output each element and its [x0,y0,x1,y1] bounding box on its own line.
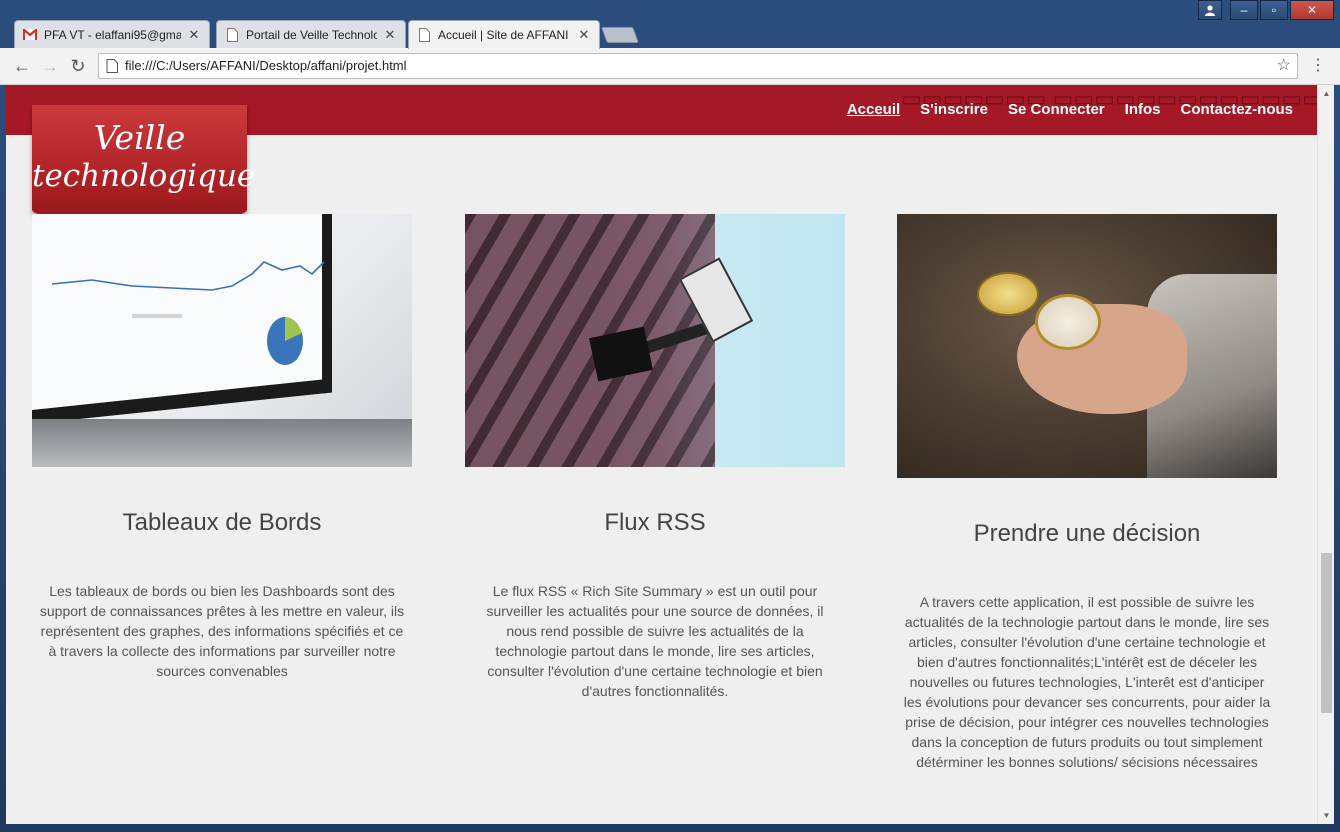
logo-line-1: Veille [93,118,186,157]
scrollbar-thumb[interactable] [1321,553,1332,713]
vertical-scrollbar[interactable]: ▲ ▼ [1317,85,1334,824]
card-title: Prendre une décision [973,520,1201,547]
minimize-button[interactable]: ‒ [1230,0,1258,20]
card-text: A travers cette application, il est poss… [903,594,1271,770]
scroll-down-arrow-icon[interactable]: ▼ [1318,807,1334,824]
browser-toolbar: ← → ↻ file:///C:/Users/AFFANI/Desktop/af… [0,48,1340,85]
tab-gmail[interactable]: PFA VT - elaffani95@gma ✕ [14,20,210,48]
close-icon[interactable]: ✕ [187,27,201,42]
tab-strip: PFA VT - elaffani95@gma ✕ Portail de Vei… [0,0,1340,49]
tab-title: Accueil | Site de AFFANI [438,28,569,42]
laptop-dashboard-photo [32,214,412,467]
site-logo[interactable]: Veille technologique [32,105,256,223]
nav-link-sinscrire[interactable]: S'inscrire [920,101,988,118]
tab-title: Portail de Veille Technolo [246,27,377,42]
address-bar[interactable]: file:///C:/Users/AFFANI/Desktop/affani/p… [98,53,1298,79]
logo-line-2: technologique [32,158,256,194]
forward-icon[interactable]: → [38,55,62,79]
nav-link-infos[interactable]: Infos [1125,101,1161,118]
compass-in-hand-photo [897,214,1277,478]
page-icon [417,28,431,42]
card-tableaux-de-bords: Tableaux de Bords Les tableaux de bords … [32,214,412,681]
maximize-button[interactable]: ▫ [1260,0,1288,20]
security-camera-photo [465,214,845,467]
tab-accueil[interactable]: Accueil | Site de AFFANI ✕ [408,20,600,49]
page-info-icon[interactable] [105,59,119,73]
nav-links: Acceuil S'inscrire Se Connecter Infos Co… [847,101,1293,118]
nav-link-contactez-nous[interactable]: Contactez-nous [1181,101,1294,118]
close-window-button[interactable]: ✕ [1290,0,1334,20]
address-text: file:///C:/Users/AFFANI/Desktop/affani/p… [125,58,407,73]
gmail-icon [23,28,37,42]
nav-link-accueil[interactable]: Acceuil [847,101,900,118]
card-flux-rss: Flux RSS Le flux RSS « Rich Site Summary… [465,214,845,701]
card-title: Tableaux de Bords [122,509,322,536]
browser-window: PFA VT - elaffani95@gma ✕ Portail de Vei… [0,0,1340,832]
menu-icon[interactable]: ⋮ [1310,56,1326,76]
page-icon [225,27,239,42]
scroll-up-arrow-icon[interactable]: ▲ [1318,85,1334,102]
bookmark-star-icon[interactable]: ☆ [1277,54,1291,78]
card-title: Flux RSS [604,509,706,536]
close-icon[interactable]: ✕ [577,28,591,42]
user-icon[interactable] [1198,0,1222,20]
tab-portail[interactable]: Portail de Veille Technolo ✕ [216,20,406,48]
card-text: Le flux RSS « Rich Site Summary » est un… [486,583,824,699]
page-viewport: ▭▭▭▭▭▭▭ ▭▭▭▭▭▭▭▭▭▭▭▭ ▭▭▭▭▭▭▭▭▭▭▭▭▭ ▭▭▭▭▭… [6,85,1334,824]
window-controls: ‒ ▫ ✕ [1198,0,1334,20]
card-prendre-une-decision: Prendre une décision A travers cette app… [897,214,1277,772]
close-icon[interactable]: ✕ [383,27,397,42]
new-tab-button[interactable] [601,27,639,43]
back-icon[interactable]: ← [10,55,34,79]
tab-title: PFA VT - elaffani95@gma [44,27,181,42]
nav-link-se-connecter[interactable]: Se Connecter [1008,101,1105,118]
reload-icon[interactable]: ↻ [66,55,90,79]
card-text: Les tableaux de bords ou bien les Dashbo… [39,583,405,679]
